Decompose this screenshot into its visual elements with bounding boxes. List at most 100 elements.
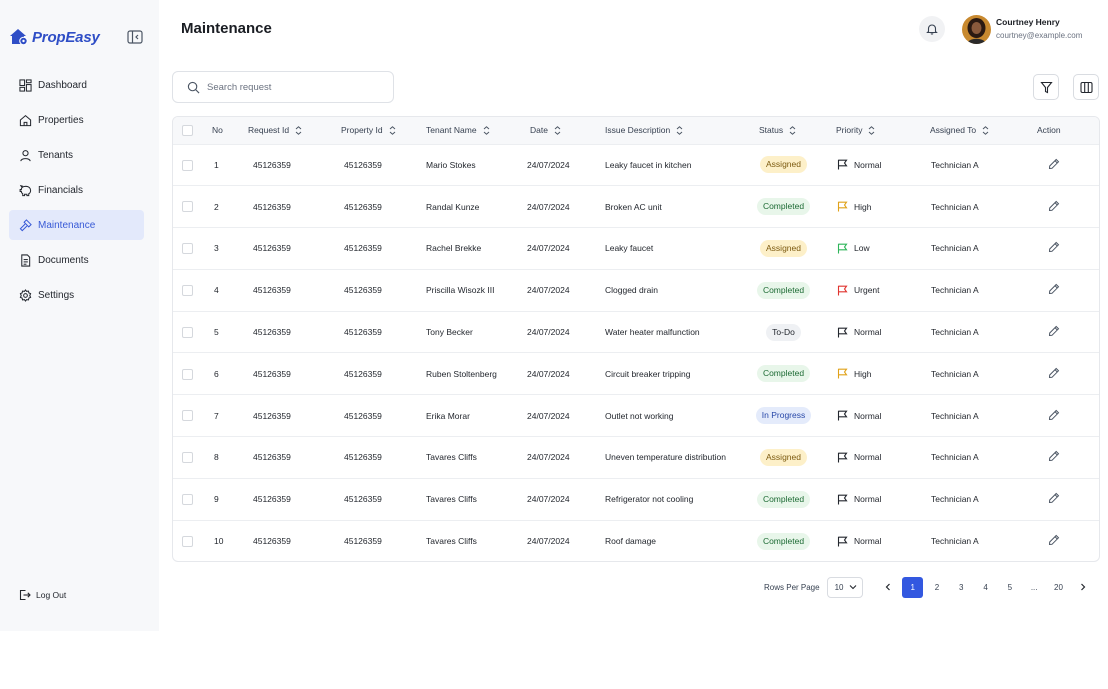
sidebar-item-financials[interactable]: Financials	[9, 175, 144, 205]
cell-priority: Normal	[822, 144, 916, 186]
piggy-bank-icon	[19, 184, 32, 196]
column-header-date[interactable]: Date	[527, 117, 600, 144]
cell-request-id: 45126359	[253, 452, 291, 463]
notifications-button[interactable]	[919, 16, 945, 42]
column-header-tenant-name[interactable]: Tenant Name	[423, 117, 527, 144]
search-input[interactable]	[207, 81, 387, 93]
brand[interactable]: PropEasy	[9, 27, 100, 47]
cell-tenant-name: Tony Becker	[426, 327, 473, 338]
status-badge: Completed	[756, 365, 811, 383]
flag-icon	[837, 452, 848, 463]
sidebar-item-maintenance[interactable]: Maintenance	[9, 210, 144, 240]
column-header-property-id[interactable]: Property Id	[338, 117, 423, 144]
sidebar-item-documents[interactable]: Documents	[9, 245, 144, 275]
page-button-1[interactable]: 1	[902, 576, 924, 598]
status-badge: Assigned	[760, 448, 807, 466]
row-checkbox[interactable]	[182, 243, 193, 255]
cell-property-id: 45126359	[344, 327, 382, 338]
edit-icon[interactable]	[1048, 492, 1060, 504]
column-header-request-id[interactable]: Request Id	[248, 117, 338, 144]
row-checkbox[interactable]	[182, 368, 193, 380]
column-header-issue-description[interactable]: Issue Description	[600, 117, 745, 144]
filter-icon	[1039, 81, 1053, 93]
page-button-2[interactable]: 2	[926, 577, 947, 598]
cell-issue-description: Leaky faucet in kitchen	[605, 159, 692, 170]
cell-date: 24/07/2024	[527, 494, 570, 505]
row-checkbox[interactable]	[182, 284, 193, 296]
page-buttons: 1 2 3 4 5... 20	[899, 576, 1069, 598]
sidebar-item-label: Maintenance	[38, 219, 96, 231]
sidebar-item-settings[interactable]: Settings	[9, 280, 144, 310]
cell-assigned-to: Technician A	[931, 159, 979, 170]
table-row[interactable]: 3 45126359 45126359 Rachel Brekke 24/07/2024…	[173, 227, 1099, 270]
row-checkbox[interactable]	[182, 326, 193, 338]
cell-request-id: 45126359	[253, 494, 291, 505]
edit-icon[interactable]	[1048, 325, 1060, 337]
table-row[interactable]: 10 45126359 45126359 Tavares Cliffs 24/07/20…	[173, 520, 1099, 561]
cell-property-id: 45126359	[344, 243, 382, 254]
table-row[interactable]: 4 45126359 45126359 Priscilla Wisozk III 24/…	[173, 269, 1099, 311]
row-checkbox[interactable]	[182, 452, 193, 464]
maintenance-table: No Request Id Property Id Tenant Name Da…	[172, 116, 1100, 562]
page-button-3[interactable]: 3	[951, 577, 972, 598]
sidebar-item-tenants[interactable]: Tenants	[9, 140, 144, 170]
sort-icon	[554, 126, 561, 136]
row-checkbox[interactable]	[182, 535, 193, 547]
page-button-5[interactable]: 5	[999, 577, 1020, 598]
rows-per-page-select[interactable]: 10	[826, 576, 863, 598]
cell-no: 7	[214, 410, 219, 421]
next-page-button[interactable]	[1072, 577, 1093, 598]
table-row[interactable]: 5 45126359 45126359 Tony Becker 24/07/2024 Wa…	[173, 311, 1099, 353]
cell-status: Completed	[745, 520, 822, 561]
cell-property-id: 45126359	[344, 285, 382, 296]
table-row[interactable]: 7 45126359 45126359 Erika Morar 24/07/2024 Ou…	[173, 394, 1099, 437]
cell-action	[1022, 228, 1099, 270]
edit-icon[interactable]	[1048, 158, 1060, 170]
table-row[interactable]: 2 45126359 45126359 Randal Kunze 24/07/2024 B…	[173, 185, 1099, 228]
cell-property-id: 45126359	[344, 410, 382, 421]
row-checkbox[interactable]	[182, 493, 193, 505]
priority-label: Normal	[854, 494, 882, 505]
edit-icon[interactable]	[1048, 450, 1060, 462]
avatar[interactable]	[962, 15, 991, 44]
edit-icon[interactable]	[1048, 283, 1060, 295]
sidebar-nav: Dashboard Properties Tenants Financials	[9, 70, 144, 315]
edit-icon[interactable]	[1048, 409, 1060, 421]
cell-request-id: 45126359	[253, 536, 291, 547]
sidebar-item-dashboard[interactable]: Dashboard	[9, 70, 144, 100]
cell-priority: Low	[822, 228, 916, 270]
logout-button[interactable]: Log Out	[19, 589, 66, 601]
sidebar-collapse-icon[interactable]	[127, 30, 143, 44]
sidebar-item-properties[interactable]: Properties	[9, 105, 144, 135]
table-row[interactable]: 9 45126359 45126359 Tavares Cliffs 24/07/202…	[173, 478, 1099, 520]
edit-icon[interactable]	[1048, 534, 1060, 546]
cell-issue-description: Circuit breaker tripping	[605, 368, 691, 379]
select-all-checkbox[interactable]	[182, 124, 193, 136]
cell-status: In Progress	[745, 395, 822, 437]
status-badge: Assigned	[760, 156, 807, 174]
table-row[interactable]: 8 45126359 45126359 Tavares Cliffs 24/07/202…	[173, 436, 1099, 479]
column-header-priority[interactable]: Priority	[822, 117, 916, 144]
row-checkbox[interactable]	[182, 201, 193, 213]
logout-label: Log Out	[36, 590, 67, 600]
edit-icon[interactable]	[1048, 367, 1060, 379]
table-row[interactable]: 6 45126359 45126359 Ruben Stoltenberg 24/07/…	[173, 352, 1099, 395]
columns-button[interactable]	[1073, 74, 1099, 100]
cell-no: 1	[214, 159, 219, 170]
cell-tenant-name: Priscilla Wisozk III	[426, 285, 495, 296]
column-header-status[interactable]: Status	[745, 117, 822, 144]
cell-status: Assigned	[745, 144, 822, 186]
page-button-20[interactable]: 20	[1048, 577, 1069, 598]
edit-icon[interactable]	[1048, 241, 1060, 253]
row-checkbox[interactable]	[182, 159, 193, 171]
table-row[interactable]: 1 45126359 45126359 Mario Stokes 24/07/2024 L…	[173, 144, 1099, 186]
filter-button[interactable]	[1033, 74, 1059, 100]
search-box[interactable]	[172, 71, 394, 103]
column-header-assigned-to[interactable]: Assigned To	[916, 117, 1022, 144]
cell-assigned-to: Technician A	[931, 536, 979, 547]
page-button-4[interactable]: 4	[975, 577, 996, 598]
row-checkbox[interactable]	[182, 410, 193, 422]
edit-icon[interactable]	[1048, 200, 1060, 212]
prev-page-button[interactable]	[878, 577, 899, 598]
cell-tenant-name: Tavares Cliffs	[426, 536, 477, 547]
